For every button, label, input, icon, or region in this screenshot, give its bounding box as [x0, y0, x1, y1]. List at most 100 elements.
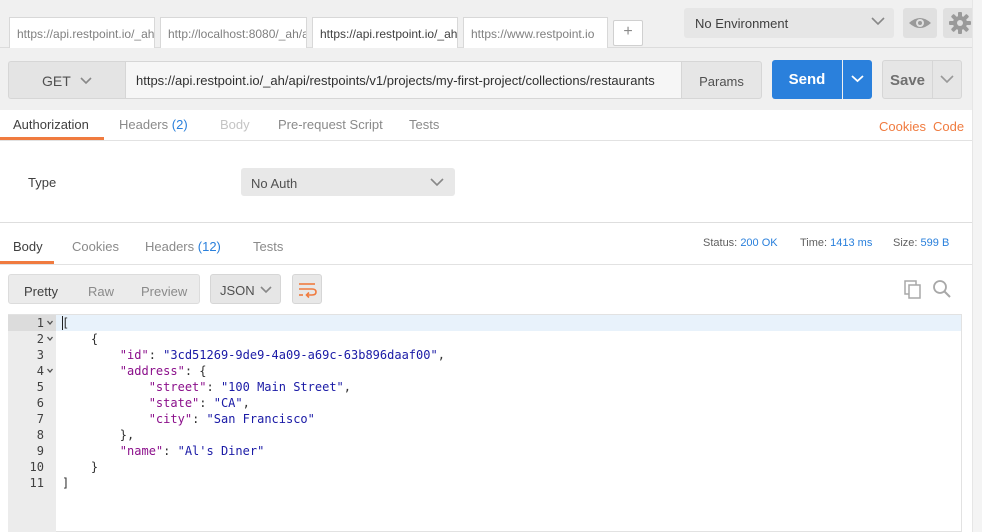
json-key: "street" [148, 380, 207, 394]
json-punctuation: ] [62, 476, 70, 490]
line-number: 10 [29, 460, 44, 474]
code-line: } [62, 459, 98, 475]
response-tab-headers-label: Headers [145, 239, 195, 254]
window-scrollbar[interactable] [972, 0, 982, 532]
json-string-value: "3cd51269-9de9-4a09-a69c-63b896daaf00" [163, 348, 438, 362]
code-line: "state": "CA", [62, 395, 250, 411]
request-tab[interactable]: https://api.restpoint.io/_ah/api/restpoi… [9, 17, 155, 48]
auth-type-label: Type [28, 175, 57, 190]
fold-toggle-icon[interactable] [46, 331, 54, 347]
line-number: 3 [36, 348, 44, 362]
view-pretty-button[interactable]: Pretty [24, 284, 58, 299]
json-key: "state" [148, 396, 200, 410]
code-line: "city": "San Francisco" [62, 411, 315, 427]
json-punctuation: }, [119, 428, 135, 442]
params-button[interactable]: Params [681, 61, 762, 99]
tab-pre-request-script[interactable]: Pre-request Script [278, 117, 383, 132]
response-tab-cookies[interactable]: Cookies [72, 239, 119, 254]
line-number: 9 [36, 444, 44, 458]
format-value: JSON [220, 283, 255, 298]
method-select[interactable]: GET [8, 61, 125, 99]
save-button[interactable]: Save [882, 60, 933, 99]
search-icon[interactable] [932, 279, 952, 299]
wrap-icon [299, 283, 317, 299]
divider [0, 140, 972, 141]
json-string-value: "CA" [213, 396, 243, 410]
status-label: Status: [703, 237, 738, 249]
cookies-link[interactable]: Cookies [879, 119, 926, 134]
chevron-down-icon [260, 286, 272, 294]
json-separator: : [163, 444, 178, 458]
send-button[interactable]: Send [772, 60, 842, 99]
line-number: 5 [36, 380, 44, 394]
json-separator: : [192, 412, 207, 426]
code-link[interactable]: Code [933, 119, 964, 134]
json-bracket: { [90, 332, 99, 346]
environment-quick-look-button[interactable] [903, 8, 937, 38]
view-mode-group: Pretty Raw Preview [8, 274, 200, 304]
environment-select[interactable]: No Environment [684, 8, 894, 38]
line-number: 11 [29, 476, 44, 490]
view-preview-button[interactable]: Preview [141, 284, 187, 299]
line-number: 8 [36, 428, 44, 442]
line-number: 1 [36, 316, 44, 330]
json-separator: : [206, 380, 221, 394]
code-line: ] [62, 475, 69, 491]
json-separator: : [199, 396, 214, 410]
json-punctuation: , [242, 396, 250, 410]
time-meta: Time: 1413 ms [800, 237, 872, 249]
headers-count-badge: (2) [171, 117, 188, 132]
json-bracket: { [199, 364, 207, 378]
json-separator: : [184, 364, 200, 378]
json-key: "id" [119, 348, 149, 362]
request-tab-active[interactable]: https://api.restpoint.io/_ah/api [312, 17, 458, 49]
json-key: "address" [119, 364, 185, 378]
json-string-value: "San Francisco" [206, 412, 315, 426]
auth-type-value: No Auth [251, 176, 298, 191]
line-number: 6 [36, 396, 44, 410]
code-line: "address": { [62, 363, 207, 379]
divider [0, 222, 972, 223]
size-label: Size: [893, 237, 918, 249]
method-label: GET [42, 73, 71, 89]
time-value: 1413 ms [830, 237, 873, 249]
size-meta: Size: 599 B [893, 237, 949, 249]
tab-headers[interactable]: Headers (2) [119, 117, 188, 132]
auth-type-select[interactable]: No Auth [241, 168, 455, 196]
save-options-button[interactable] [932, 60, 962, 99]
code-line: { [62, 331, 98, 347]
send-options-button[interactable] [843, 60, 872, 99]
request-tab[interactable]: http://localhost:8080/_ah/api/restpoints [160, 17, 307, 48]
code-line: "street": "100 Main Street", [62, 379, 351, 395]
tab-authorization[interactable]: Authorization [13, 117, 89, 132]
code-line: }, [62, 427, 134, 443]
view-raw-button[interactable]: Raw [88, 284, 114, 299]
chevron-down-icon [871, 17, 885, 26]
copy-icon[interactable] [902, 279, 922, 299]
response-tab-body[interactable]: Body [13, 239, 43, 254]
eye-icon [909, 18, 931, 28]
line-number: 2 [36, 332, 44, 346]
tab-headers-label: Headers [119, 117, 169, 132]
format-select[interactable]: JSON [210, 274, 281, 304]
request-tab[interactable]: https://www.restpoint.io [463, 17, 608, 48]
line-number: 4 [36, 364, 44, 378]
fold-toggle-icon[interactable] [46, 363, 54, 379]
add-tab-button[interactable]: + [613, 20, 643, 46]
response-headers-count-badge: (12) [197, 239, 221, 254]
response-tab-tests[interactable]: Tests [253, 239, 283, 254]
fold-toggle-icon[interactable] [46, 315, 54, 331]
tab-tests[interactable]: Tests [409, 117, 439, 132]
chevron-down-icon [940, 75, 954, 84]
response-tab-headers[interactable]: Headers (12) [145, 239, 221, 254]
time-label: Time: [800, 237, 828, 249]
json-punctuation: , [343, 380, 352, 394]
url-input[interactable]: https://api.restpoint.io/_ah/api/restpoi… [125, 61, 682, 99]
wrap-lines-button[interactable] [292, 274, 322, 304]
code-line: [ [62, 315, 69, 331]
